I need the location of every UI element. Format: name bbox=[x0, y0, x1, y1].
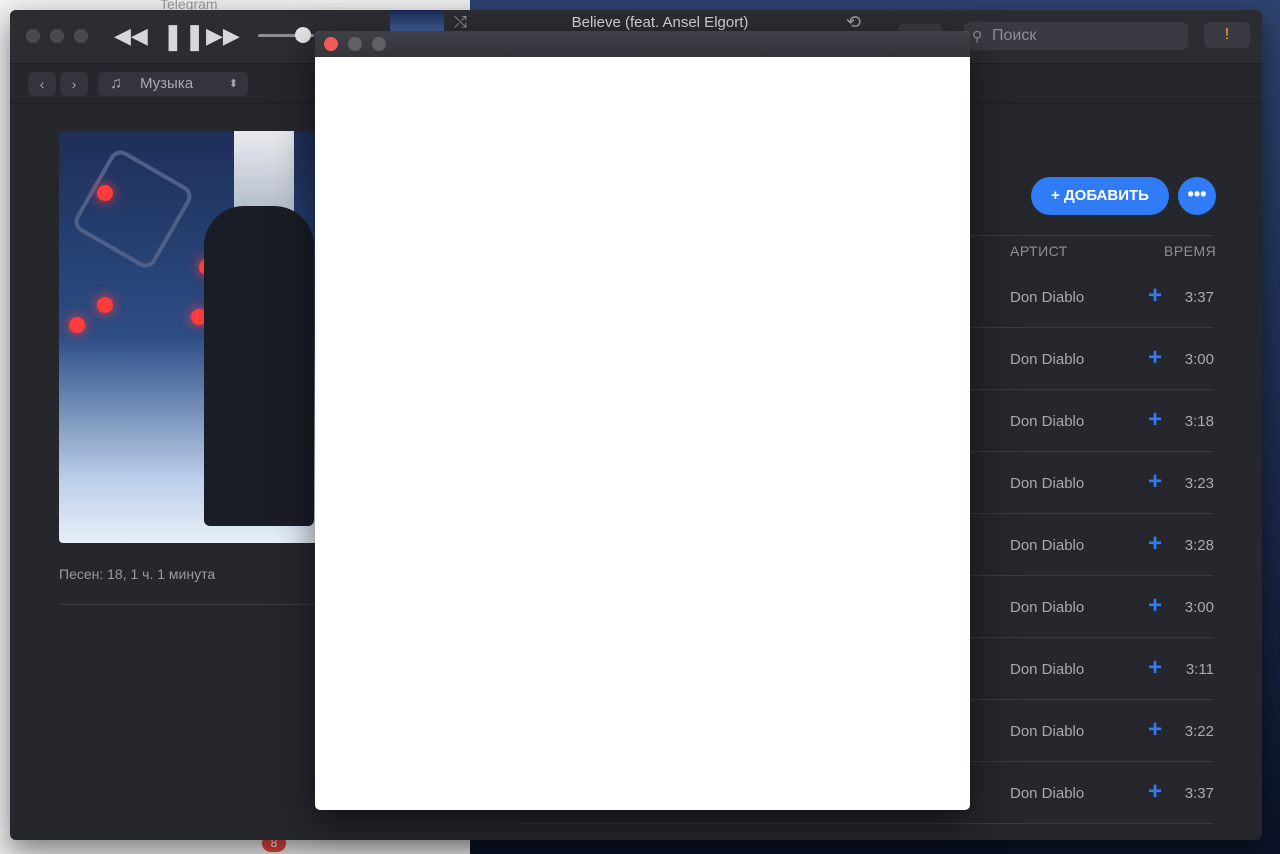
track-duration: 3:18 bbox=[1184, 413, 1214, 430]
popup-minimize-button[interactable] bbox=[348, 37, 362, 51]
track-artist[interactable]: Don Diablo bbox=[1010, 289, 1084, 306]
add-track-icon[interactable]: + bbox=[1148, 654, 1162, 682]
add-track-icon[interactable]: + bbox=[1148, 406, 1162, 434]
popup-titlebar bbox=[315, 31, 970, 57]
track-artist[interactable]: Don Diablo bbox=[1010, 661, 1084, 678]
chevron-updown-icon: ⬍ bbox=[228, 78, 238, 90]
fast-forward-icon[interactable]: ▶▶ bbox=[206, 22, 240, 50]
track-artist[interactable]: Don Diablo bbox=[1010, 475, 1084, 492]
search-icon: ⚲ bbox=[972, 28, 983, 44]
add-track-icon[interactable]: + bbox=[1148, 778, 1162, 806]
add-track-icon[interactable]: + bbox=[1148, 468, 1162, 496]
add-track-icon[interactable]: + bbox=[1148, 282, 1162, 310]
track-artist[interactable]: Don Diablo bbox=[1010, 413, 1084, 430]
pause-icon[interactable]: ❚❚ bbox=[162, 22, 206, 50]
track-duration: 3:28 bbox=[1184, 537, 1214, 554]
add-track-icon[interactable]: + bbox=[1148, 592, 1162, 620]
track-duration: 3:37 bbox=[1184, 289, 1214, 306]
blank-popup-window bbox=[315, 31, 970, 810]
artwork-light bbox=[97, 185, 113, 201]
artwork-light bbox=[97, 297, 113, 313]
library-source-select[interactable]: ♫ Музыка ⬍ bbox=[98, 72, 248, 96]
now-playing-title: Believe (feat. Ansel Elgort) bbox=[571, 14, 749, 31]
library-source-label: Музыка bbox=[140, 75, 194, 92]
add-track-icon[interactable]: + bbox=[1148, 344, 1162, 372]
volume-knob[interactable] bbox=[294, 27, 311, 43]
window-zoom-button[interactable] bbox=[74, 29, 88, 43]
track-duration: 3:37 bbox=[1184, 785, 1214, 802]
track-artist[interactable]: Don Diablo bbox=[1010, 537, 1084, 554]
track-artist[interactable]: Don Diablo bbox=[1010, 351, 1084, 368]
artwork-logo bbox=[70, 146, 196, 272]
search-input[interactable]: ⚲ Поиск bbox=[964, 22, 1188, 50]
add-track-icon[interactable]: + bbox=[1148, 530, 1162, 558]
window-close-button[interactable] bbox=[26, 29, 40, 43]
alert-icon[interactable]: ! bbox=[1204, 22, 1250, 48]
track-artist[interactable]: Don Diablo bbox=[1010, 599, 1084, 616]
popup-zoom-button[interactable] bbox=[372, 37, 386, 51]
repeat-icon[interactable]: ⟲ bbox=[846, 12, 861, 33]
track-artist[interactable]: Don Diablo bbox=[1010, 723, 1084, 740]
window-minimize-button[interactable] bbox=[50, 29, 64, 43]
rewind-icon[interactable]: ◀◀ bbox=[114, 22, 148, 50]
popup-close-button[interactable] bbox=[324, 37, 338, 51]
track-duration: 3:00 bbox=[1184, 599, 1214, 616]
album-song-count: Песен: 18, 1 ч. 1 минута bbox=[59, 566, 216, 582]
track-duration: 3:11 bbox=[1185, 661, 1214, 678]
shuffle-icon[interactable]: ⤭ bbox=[454, 14, 467, 32]
music-note-icon: ♫ bbox=[110, 75, 122, 92]
artwork-light bbox=[69, 317, 85, 333]
add-track-icon[interactable]: + bbox=[1148, 716, 1162, 744]
back-button[interactable]: ‹ bbox=[28, 72, 56, 96]
track-artist[interactable]: Don Diablo bbox=[1010, 785, 1084, 802]
forward-button[interactable]: › bbox=[60, 72, 88, 96]
add-album-button[interactable]: + ДОБАВИТЬ bbox=[1031, 177, 1169, 215]
track-duration: 3:23 bbox=[1184, 475, 1214, 492]
column-header-time[interactable]: ВРЕМЯ bbox=[1164, 243, 1216, 259]
artwork-figure bbox=[204, 206, 314, 526]
track-duration: 3:22 bbox=[1184, 723, 1214, 740]
search-placeholder: Поиск bbox=[992, 27, 1037, 44]
column-header-artist[interactable]: АРТИСТ bbox=[1010, 243, 1068, 259]
more-options-icon[interactable]: ••• bbox=[1178, 177, 1216, 215]
track-duration: 3:00 bbox=[1184, 351, 1214, 368]
